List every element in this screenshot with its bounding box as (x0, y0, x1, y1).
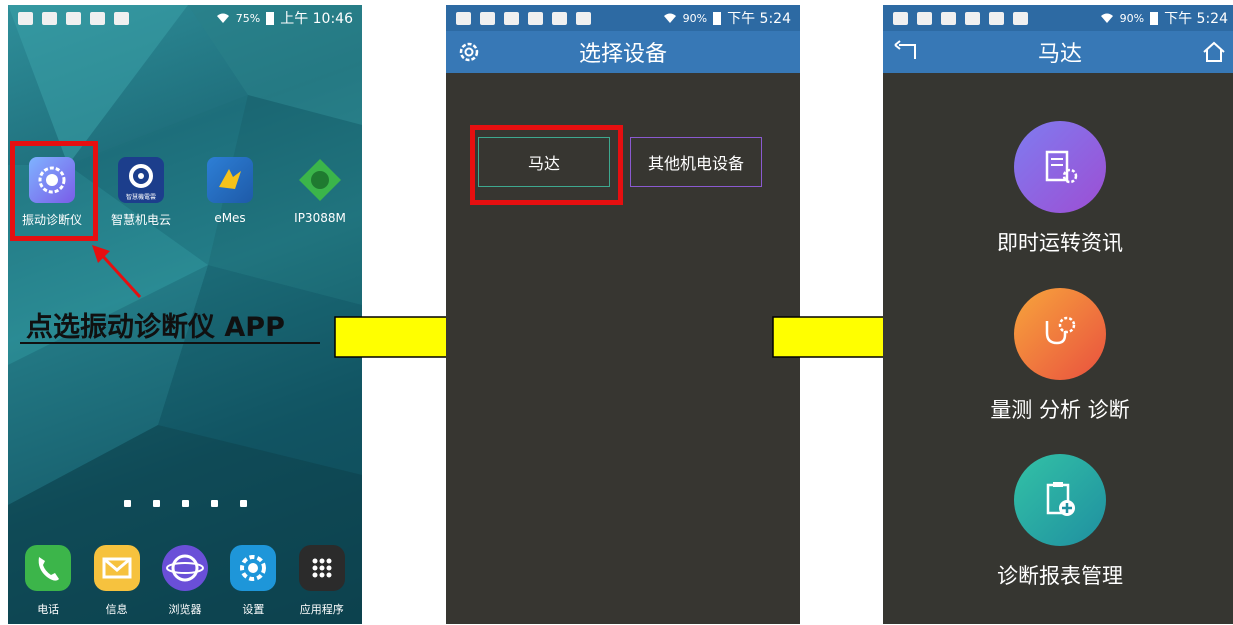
settings-icon (230, 545, 277, 591)
menu-label: 量测 分析 诊断 (990, 398, 1130, 422)
lock-icon (504, 11, 519, 25)
chat-icon (893, 11, 908, 25)
dock-browser[interactable]: 浏览器 (154, 545, 216, 617)
gallery-icon (480, 11, 495, 25)
hand-icon (528, 11, 543, 25)
status-bar: 75% 上午 10:46 (8, 5, 362, 31)
app-emes[interactable]: eMes (190, 157, 270, 225)
app-bar: 马达 (883, 31, 1233, 73)
battery-percent: 90% (682, 11, 708, 25)
back-icon[interactable] (893, 39, 919, 65)
notification-icon (18, 11, 33, 25)
wifi-icon (216, 13, 229, 23)
hand-icon (965, 11, 980, 25)
gallery-icon (917, 11, 932, 25)
wifi-icon (1100, 13, 1113, 23)
page-indicator[interactable] (8, 500, 362, 507)
dock-label: 电话 (37, 603, 60, 616)
card-icon (989, 11, 1004, 25)
device-other-button[interactable]: 其他机电设备 (630, 137, 762, 187)
gallery-icon (66, 11, 81, 25)
document-icon (114, 11, 129, 25)
lock-icon (941, 11, 956, 25)
cloud-app-icon: 智慧機電雲 (118, 157, 164, 203)
card-icon (552, 11, 567, 25)
battery-icon (1150, 11, 1159, 25)
page-dot (152, 500, 160, 507)
app-label: 智慧机电云 (110, 213, 171, 227)
phone-icon (25, 545, 72, 591)
report-gear-icon (1014, 121, 1106, 213)
battery-icon (266, 11, 275, 25)
menu-label: 即时运转资讯 (997, 231, 1123, 255)
menu-label: 诊断报表管理 (997, 564, 1123, 588)
dock: 电话 信息 浏览器 设置 应用程序 (8, 545, 362, 617)
page-dot (181, 500, 189, 507)
status-time: 上午 10:46 (280, 11, 353, 27)
page-dot (123, 500, 131, 507)
dock-label: 信息 (105, 603, 128, 616)
battery-icon (713, 11, 722, 25)
home-icon[interactable] (1201, 39, 1227, 65)
status-time: 下午 5:24 (1164, 11, 1228, 27)
notification-icons (883, 11, 1028, 25)
highlight-box (10, 141, 98, 241)
app-icon-caption: 智慧機電雲 (125, 194, 156, 201)
page-title: 选择设备 (578, 42, 667, 67)
select-device-screen: 90% 下午 5:24 选择设备 马达 其他机电设备 (446, 5, 800, 624)
message-icon (93, 545, 140, 591)
app-smart-cloud[interactable]: 智慧機電雲 智慧机电云 (101, 157, 181, 228)
notification-icons (446, 11, 591, 25)
menu-measure-analyze-diagnose[interactable]: 量测 分析 诊断 (883, 288, 1233, 424)
wifi-icon (663, 13, 676, 23)
dock-label: 设置 (242, 603, 265, 616)
menu-report-management[interactable]: 诊断报表管理 (883, 454, 1233, 590)
app-ip3088m[interactable]: IP3088M (280, 157, 360, 225)
highlight-box (470, 125, 623, 205)
notification-icons (8, 11, 129, 25)
dock-label: 浏览器 (168, 603, 202, 616)
page-dot (239, 500, 247, 507)
ip3088m-app-icon (297, 157, 343, 203)
menu-realtime-info[interactable]: 即时运转资讯 (883, 121, 1233, 257)
apps-icon (298, 545, 345, 591)
browser-icon (161, 545, 208, 591)
page-title: 马达 (1037, 42, 1082, 67)
home-screen: 75% 上午 10:46 振动诊断仪 智慧機電雲 智慧机电云 eMes IP30… (8, 5, 362, 624)
dock-label: 应用程序 (299, 603, 344, 616)
motor-menu-screen: 90% 下午 5:24 马达 即时运转资讯 量测 分析 诊断 诊断报表管理 (883, 5, 1233, 624)
dock-apps[interactable]: 应用程序 (291, 545, 353, 617)
chat-icon (42, 11, 57, 25)
pointer-arrow (92, 245, 142, 299)
chat-icon (456, 11, 471, 25)
status-bar: 90% 下午 5:24 (883, 5, 1233, 31)
clipboard-add-icon (1014, 454, 1106, 546)
status-bar: 90% 下午 5:24 (446, 5, 800, 31)
battery-percent: 75% (235, 11, 261, 25)
stethoscope-icon (1014, 288, 1106, 380)
hand-icon (90, 11, 105, 25)
app-bar: 选择设备 (446, 31, 800, 73)
app-label: eMes (214, 211, 246, 225)
callout-underline (20, 342, 320, 344)
dock-settings[interactable]: 设置 (222, 545, 284, 617)
page-dot (210, 500, 218, 507)
battery-percent: 90% (1119, 11, 1145, 25)
status-time: 下午 5:24 (727, 11, 791, 27)
linkedin-icon (1013, 11, 1028, 25)
app-label: IP3088M (294, 211, 346, 225)
emes-app-icon (207, 157, 253, 203)
dock-phone[interactable]: 电话 (17, 545, 79, 617)
dock-message[interactable]: 信息 (86, 545, 148, 617)
linkedin-icon (576, 11, 591, 25)
settings-gear-icon[interactable] (456, 39, 482, 65)
